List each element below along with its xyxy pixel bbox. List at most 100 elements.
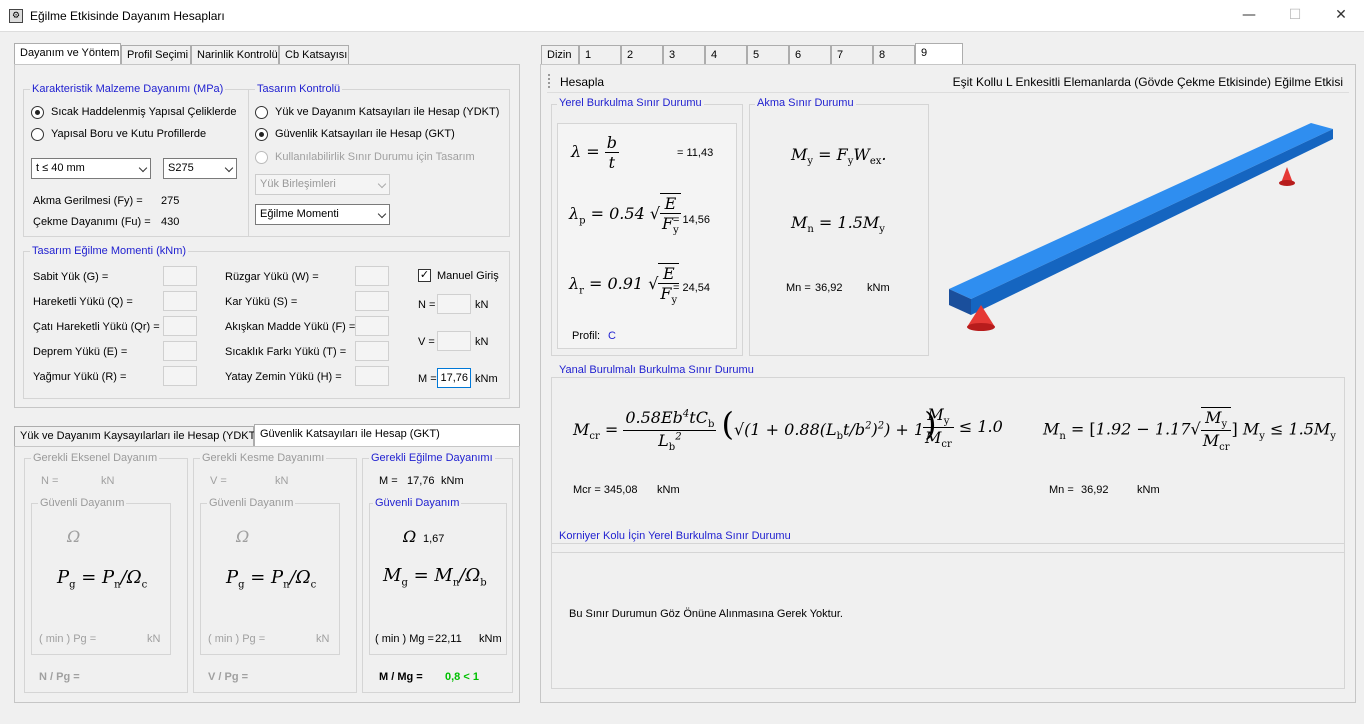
mn-formula: Mn = 1.5My bbox=[791, 213, 885, 236]
earthquake-load-input[interactable] bbox=[163, 341, 197, 361]
load-combination-select[interactable]: Yük Birleşimleri bbox=[255, 174, 390, 195]
toolbar-grip[interactable] bbox=[548, 74, 550, 88]
wind-load-input[interactable] bbox=[355, 266, 389, 286]
bending-group-label: Gerekli Eğilme Dayanımı bbox=[369, 452, 495, 464]
m-input[interactable]: 17,76 bbox=[437, 368, 471, 388]
calc-title: Eşit Kollu L Enkesitli Elemanlarda (Gövd… bbox=[952, 75, 1343, 89]
window-title: Eğilme Etkisinde Dayanım Hesapları bbox=[30, 9, 225, 23]
roof-live-load-label: Çatı Hareketli Yükü (Qr) = bbox=[33, 321, 160, 333]
serviceability-label: Kullanılabilirlik Sınır Durumu için Tasa… bbox=[275, 151, 475, 163]
my-mcr-ratio: My Mcr ≤ 1.0 bbox=[923, 405, 1003, 451]
v-input[interactable] bbox=[437, 331, 471, 351]
bending-formula: Mg = Mn/Ωb bbox=[383, 565, 487, 589]
maximize-button[interactable]: ☐ bbox=[1272, 0, 1318, 30]
tube-profiles-label: Yapısal Boru ve Kutu Profillerde bbox=[51, 128, 207, 140]
lambda-formula: λ = bt bbox=[571, 133, 619, 172]
radio-hot-rolled[interactable] bbox=[31, 106, 44, 119]
support-right-base bbox=[1279, 180, 1295, 186]
ltb-label: Yanal Burulmalı Burkulma Sınır Durumu bbox=[557, 364, 756, 376]
tab-cb-katsayisi[interactable]: Cb Katsayısı bbox=[279, 45, 349, 65]
ltb-mn-value: 36,92 bbox=[1081, 484, 1109, 496]
beam-side-face bbox=[971, 129, 1333, 315]
dayanim-panel: Karakteristik Malzeme Dayanımı (MPa) Sıc… bbox=[14, 64, 520, 408]
v-unit: kN bbox=[475, 336, 489, 348]
tab-6[interactable]: 6 bbox=[789, 45, 831, 65]
hot-rolled-label: Sıcak Haddelenmiş Yapısal Çeliklerde bbox=[51, 106, 237, 118]
rain-load-input[interactable] bbox=[163, 366, 197, 386]
tab-gkt[interactable]: Güvenlik Katsayıları ile Hesap (GKT) bbox=[254, 424, 520, 446]
radio-gkt[interactable] bbox=[255, 128, 268, 141]
ltb-mn-label: Mn = bbox=[1049, 484, 1074, 496]
flange-label: Korniyer Kolu İçin Yerel Burkulma Sınır … bbox=[557, 530, 793, 542]
tab-5[interactable]: 5 bbox=[747, 45, 789, 65]
beam-top-face bbox=[949, 123, 1333, 299]
dead-load-input[interactable] bbox=[163, 266, 197, 286]
tab-3[interactable]: 3 bbox=[663, 45, 705, 65]
flange-note: Bu Sınır Durumun Göz Önüne Alınmasına Ge… bbox=[569, 608, 843, 620]
tab-narinlik-kontrolu[interactable]: Narinlik Kontrolü bbox=[191, 45, 279, 65]
minimize-button[interactable]: — bbox=[1226, 0, 1272, 30]
shear-ratio: V / Pg = bbox=[208, 671, 249, 683]
soil-load-input[interactable] bbox=[355, 366, 389, 386]
bending-omega-value: 1,67 bbox=[423, 533, 445, 545]
chevron-down-icon bbox=[377, 209, 387, 219]
yield-mn-unit: kNm bbox=[867, 282, 890, 294]
live-load-input[interactable] bbox=[163, 291, 197, 311]
lambda-p-formula: λp = 0.54 √ E Fy bbox=[569, 193, 681, 237]
tab-9[interactable]: 9 bbox=[915, 43, 963, 65]
lambda-value: = 11,43 bbox=[677, 147, 714, 159]
yield-mn-label: Mn = bbox=[786, 282, 811, 294]
thickness-select[interactable]: t ≤ 40 mm bbox=[31, 158, 151, 179]
shear-min-label: ( min ) Pg = bbox=[208, 633, 266, 645]
radio-tube-profiles[interactable] bbox=[31, 128, 44, 141]
radio-ydkt[interactable] bbox=[255, 106, 268, 119]
shear-v-label: V = bbox=[210, 475, 227, 487]
bending-m-unit: kNm bbox=[441, 475, 464, 487]
radio-serviceability[interactable] bbox=[255, 151, 268, 164]
shear-omega: Ω bbox=[236, 527, 250, 546]
load-type-select[interactable]: Eğilme Momenti bbox=[255, 204, 390, 225]
calc-panel: Hesapla Eşit Kollu L Enkesitli Elemanlar… bbox=[540, 64, 1356, 703]
tab-ydkt[interactable]: Yük ve Dayanım Kaysayılarları ile Hesap … bbox=[14, 426, 259, 446]
m-unit: kNm bbox=[475, 373, 498, 385]
axial-n-label: N = bbox=[41, 475, 59, 487]
steel-grade-select[interactable]: S275 bbox=[163, 158, 237, 179]
tab-dayanim-yontem[interactable]: Dayanım ve Yöntem bbox=[14, 43, 121, 65]
tab-8[interactable]: 8 bbox=[873, 45, 915, 65]
tab-4[interactable]: 4 bbox=[705, 45, 747, 65]
tab-7[interactable]: 7 bbox=[831, 45, 873, 65]
ydkt-label: Yük ve Dayanım Katsayıları ile Hesap (YD… bbox=[275, 106, 500, 118]
fluid-load-input[interactable] bbox=[355, 316, 389, 336]
manual-entry-checkbox[interactable]: ✓ bbox=[418, 269, 431, 282]
tab-dizin[interactable]: Dizin bbox=[541, 45, 579, 65]
fu-value: 430 bbox=[161, 216, 180, 228]
axial-omega: Ω bbox=[67, 527, 81, 546]
moments-group-label: Tasarım Eğilme Momenti (kNm) bbox=[30, 245, 189, 257]
bending-mg-unit: kNm bbox=[479, 633, 502, 645]
chevron-down-icon bbox=[138, 163, 148, 173]
axial-ratio: N / Pg = bbox=[39, 671, 80, 683]
snow-load-input[interactable] bbox=[355, 291, 389, 311]
my-formula: My = FyWex. bbox=[791, 145, 887, 168]
support-left-base bbox=[967, 323, 995, 331]
shear-safe-label: Güvenli Dayanım bbox=[207, 497, 296, 509]
bending-m-label: M = bbox=[379, 475, 398, 487]
tab-1[interactable]: 1 bbox=[579, 45, 621, 65]
fu-label: Çekme Dayanımı (Fu) = bbox=[33, 216, 151, 228]
tab-profil-secimi[interactable]: Profil Seçimi bbox=[121, 45, 191, 65]
hesapla-button[interactable]: Hesapla bbox=[560, 75, 604, 89]
fluid-load-label: Akışkan Madde Yükü (F) = bbox=[225, 321, 356, 333]
bending-m-value: 17,76 bbox=[407, 475, 435, 487]
lambda-p-value: = 14,56 bbox=[673, 214, 711, 226]
n-input[interactable] bbox=[437, 294, 471, 314]
tab-2[interactable]: 2 bbox=[621, 45, 663, 65]
design-group-label: Tasarım Kontrolü bbox=[255, 83, 343, 95]
roof-live-load-input[interactable] bbox=[163, 316, 197, 336]
close-button[interactable]: ✕ bbox=[1318, 0, 1364, 30]
soil-load-label: Yatay Zemin Yükü (H) = bbox=[225, 371, 342, 383]
ltb-mn-unit: kNm bbox=[1137, 484, 1160, 496]
dead-load-label: Sabit Yük (G) = bbox=[33, 271, 109, 283]
profil-value: C bbox=[608, 330, 616, 342]
axial-min-label: ( min ) Pg = bbox=[39, 633, 97, 645]
temperature-load-input[interactable] bbox=[355, 341, 389, 361]
